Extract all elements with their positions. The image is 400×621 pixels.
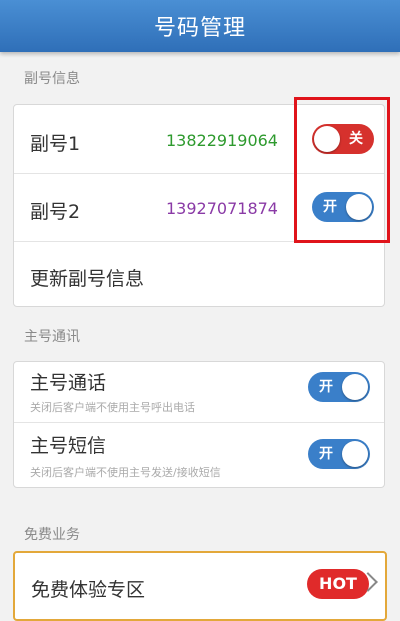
main-call-label: 主号通话: [30, 372, 107, 394]
sub-number-label: 副号1: [30, 133, 81, 155]
update-sub-info-row[interactable]: 更新副号信息: [14, 242, 384, 307]
main-sms-desc: 关闭后客户端不使用主号发送/接收短信: [30, 466, 221, 479]
main-call-row: 主号通话 关闭后客户端不使用主号呼出电话 开: [14, 362, 384, 422]
sub-number-value: 13822919064: [166, 131, 278, 150]
title-bar: 号码管理: [0, 0, 400, 52]
sub-number-label: 副号2: [30, 201, 81, 223]
main-call-desc: 关闭后客户端不使用主号呼出电话: [30, 401, 195, 414]
section-label-free-service: 免费业务: [24, 527, 80, 543]
main-sms-row: 主号短信 关闭后客户端不使用主号发送/接收短信 开: [14, 423, 384, 487]
main-comm-card: 主号通话 关闭后客户端不使用主号呼出电话 开 主号短信 关闭后客户端不使用主号发…: [13, 361, 385, 488]
highlight-annotation: [294, 97, 390, 243]
toggle-knob: [342, 441, 368, 467]
section-label-sub-info: 副号信息: [24, 71, 80, 87]
update-sub-info-label: 更新副号信息: [30, 268, 145, 290]
page-title: 号码管理: [153, 16, 246, 41]
main-sms-label: 主号短信: [30, 435, 107, 457]
toggle-label: 开: [319, 446, 333, 462]
free-trial-label: 免费体验专区: [31, 579, 146, 601]
sub-number-value: 13927071874: [166, 199, 278, 218]
section-label-main-comm: 主号通讯: [24, 329, 80, 345]
main-sms-toggle[interactable]: 开: [308, 439, 370, 469]
toggle-label: 开: [319, 379, 333, 395]
main-call-toggle[interactable]: 开: [308, 372, 370, 402]
toggle-knob: [342, 374, 368, 400]
free-trial-item[interactable]: 免费体验专区 HOT: [13, 551, 387, 621]
